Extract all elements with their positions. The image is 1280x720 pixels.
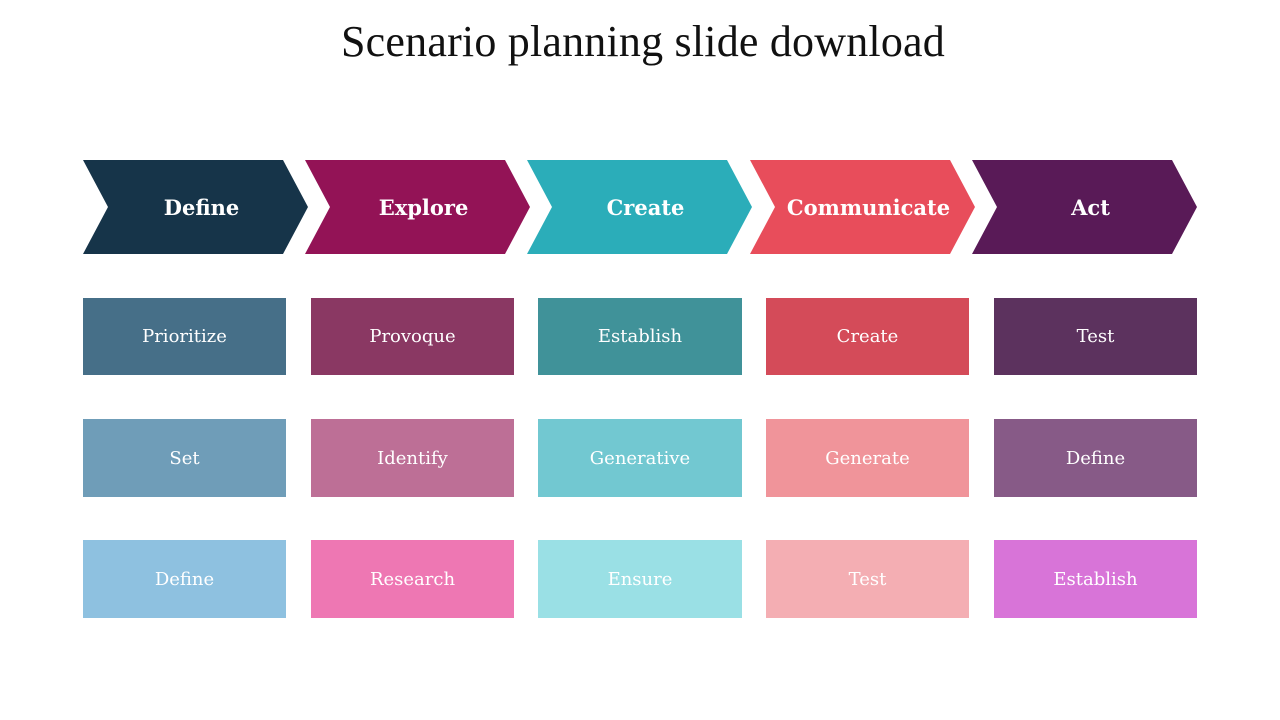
chevron-label: Create <box>606 194 685 220</box>
item-box: Identify <box>311 419 514 497</box>
chevron-define: Define <box>83 160 308 254</box>
item-box: Establish <box>994 540 1197 618</box>
item-box: Set <box>83 419 286 497</box>
chevron-label: Communicate <box>786 194 951 220</box>
item-box: Test <box>994 298 1197 375</box>
chevron-explore: Explore <box>305 160 530 254</box>
item-box: Generative <box>538 419 742 497</box>
item-box: Establish <box>538 298 742 375</box>
chevron-create: Create <box>527 160 752 254</box>
item-box: Test <box>766 540 969 618</box>
item-box: Provoque <box>311 298 514 375</box>
chevron-label: Explore <box>378 194 469 220</box>
item-box: Define <box>994 419 1197 497</box>
chevron-label: Define <box>163 194 240 220</box>
slide-title: Scenario planning slide download <box>341 17 945 66</box>
item-box: Define <box>83 540 286 618</box>
chevron-act: Act <box>972 160 1197 254</box>
chevron-communicate: Communicate <box>750 160 975 254</box>
item-box: Research <box>311 540 514 618</box>
chevron-label: Act <box>1071 194 1110 220</box>
item-box: Generate <box>766 419 969 497</box>
item-box: Ensure <box>538 540 742 618</box>
item-box: Create <box>766 298 969 375</box>
item-box: Prioritize <box>83 298 286 375</box>
